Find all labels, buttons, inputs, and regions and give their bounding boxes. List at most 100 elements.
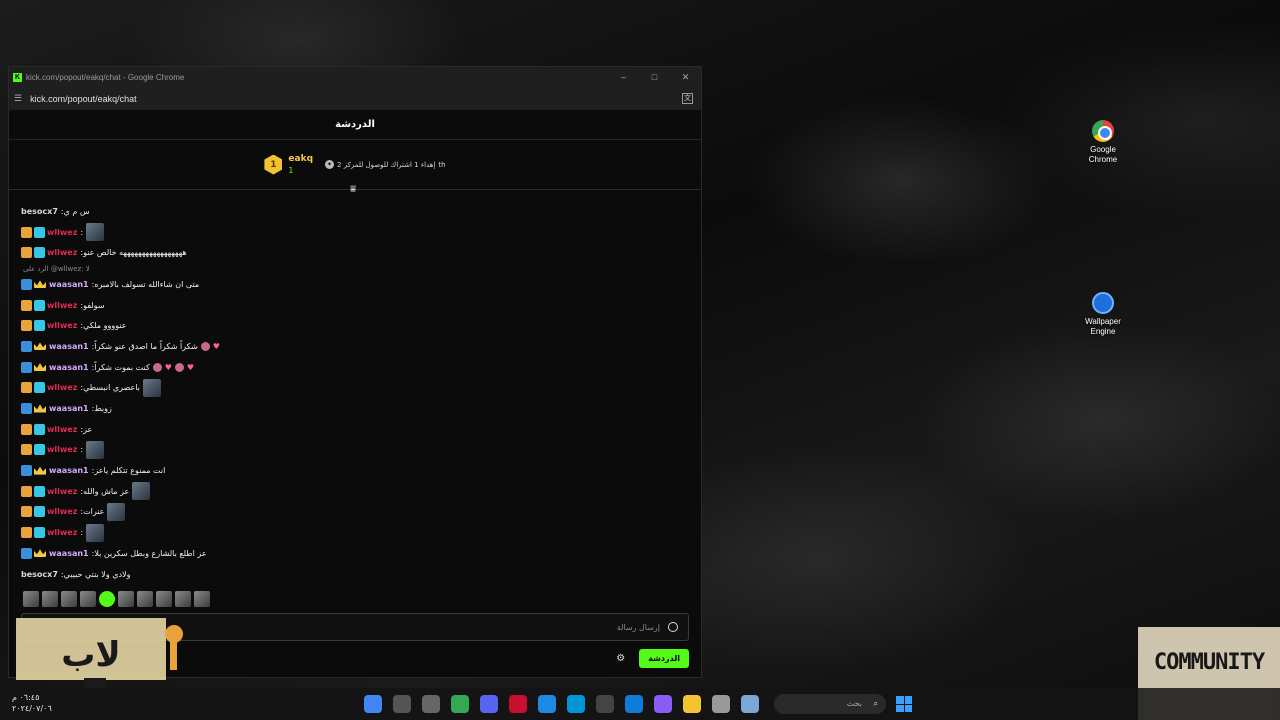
translate-icon[interactable]: 文 [682,93,693,104]
store-taskbar-icon[interactable] [596,695,614,713]
chat-username[interactable]: wllwez [47,445,77,454]
start-button[interactable] [896,696,912,712]
heart-icon: ♥ [164,362,172,372]
chat-message[interactable]: waasan1: انت ممنوع تتكلم ياعز [21,460,691,481]
collapse-icon[interactable]: ⩸ [350,184,356,195]
chat-username[interactable]: wllwez [47,425,77,434]
chat-separator: : [80,445,84,455]
chat-message[interactable]: wllwez: [21,440,691,461]
chat-message[interactable]: waasan1: شكراً شكراً ما اصدق عنو شكراً ♥ [21,336,691,357]
chat-username[interactable]: waasan1 [49,363,89,372]
chat-text: ولادي ولا بنتي حبيبي [63,569,131,579]
subscriber-badge-icon [34,226,45,238]
chat-message[interactable]: waasan1: كنت بموت شكراً ♥ ♥ [21,357,691,378]
chat-message[interactable]: waasan1: متى ان شاءالله تسولف بالامبره [21,274,691,295]
hp-taskbar-icon[interactable] [567,695,585,713]
maximize-button[interactable]: □ [639,72,670,83]
chat-username[interactable]: wllwez [47,248,77,257]
chat-text: سولفو [83,300,105,310]
emoji-picker-icon[interactable] [668,622,678,632]
chat-username[interactable]: wllwez [47,321,77,330]
chat-username[interactable]: wllwez [47,301,77,310]
search-icon: ⌕ [873,699,878,708]
chat-message[interactable]: wllwez: عنرات [21,502,691,523]
taskbar-search[interactable]: بحث ⌕ [774,694,886,714]
chat-username[interactable]: wllwez [47,528,77,537]
minimize-button[interactable]: – [608,72,639,83]
crown-badge-icon [21,506,32,518]
chat-text: س م ي [63,206,90,216]
desktop-icon-label: Chrome [1088,155,1118,164]
chat-title: الدردشة [9,110,701,140]
discord-taskbar-icon[interactable] [480,695,498,713]
chat-username[interactable]: waasan1 [49,280,89,289]
chat-message[interactable]: wllwez: [21,522,691,543]
subscriber-badge-icon [34,485,45,497]
help-taskbar-icon[interactable] [538,695,556,713]
emote-button[interactable] [61,591,77,607]
emote-button[interactable] [137,591,153,607]
chat-username[interactable]: wllwez [47,507,77,516]
app-taskbar-icon[interactable] [422,695,440,713]
desktop-icon-wallpaper-engine[interactable]: Wallpaper Engine [1063,292,1143,337]
crown-badge-icon [21,423,32,435]
chat-username[interactable]: waasan1 [49,404,89,413]
clock[interactable]: ٠٦:٤٥ م ٢٠٢٤/٠٧/٠٦ [12,692,52,714]
chat-username[interactable]: waasan1 [49,466,89,475]
emote-button[interactable] [194,591,210,607]
settings-taskbar-icon[interactable] [393,695,411,713]
message-input[interactable] [460,622,660,632]
moderator-badge-icon [21,340,32,352]
close-button[interactable]: ✕ [670,72,701,83]
taskbar: ٠٦:٤٥ م ٢٠٢٤/٠٧/٠٦ بحث ⌕ [0,688,1280,720]
chat-message[interactable]: wllwez: باعصري انبسطي [21,378,691,399]
chat-username[interactable]: wllwez [47,487,77,496]
subscriber-badge-icon [34,247,45,259]
chat-username[interactable]: wllwez [47,228,77,237]
url-text[interactable]: kick.com/popout/eakq/chat [30,94,137,104]
site-settings-icon[interactable]: ☰ [14,93,22,104]
emote-button[interactable] [156,591,172,607]
chat-message[interactable]: wllwez: سولفو [21,295,691,316]
chat-message[interactable]: waasan1: عز اطلع بالشارع وبطل سكرين بلا [21,543,691,564]
chat-message[interactable]: waasan1: زوبط [21,398,691,419]
emote-button[interactable] [80,591,96,607]
emote-button[interactable] [23,591,39,607]
edge-taskbar-icon[interactable] [625,695,643,713]
emote-button[interactable] [118,591,134,607]
chat-message[interactable]: wllwez: عنوووو ملكي [21,315,691,336]
mcafee-taskbar-icon[interactable] [509,695,527,713]
chat-message[interactable]: wllwez: عز [21,419,691,440]
file-explorer-taskbar-icon[interactable] [683,695,701,713]
chat-message[interactable]: besocx7: س م ي [21,201,691,222]
emote-button[interactable] [42,591,58,607]
emote-image [86,523,105,542]
chat-message[interactable]: besocx7: ولادي ولا بنتي حبيبي [21,564,691,585]
vip-crown-icon [34,404,46,413]
emote-button[interactable] [99,591,115,607]
chrome-taskbar-icon[interactable] [364,695,382,713]
address-bar[interactable]: ☰ kick.com/popout/eakq/chat 文 [9,87,701,110]
pinned-message[interactable]: 1 eakq 1 ✦ إهداء 1 اشتراك للوصول للمركز … [9,140,701,195]
chat-username[interactable]: besocx7 [21,207,58,216]
desktop-icon-chrome[interactable]: Google Chrome [1063,120,1143,165]
emote-bar [23,591,210,607]
chat-username[interactable]: waasan1 [49,549,89,558]
task-view-taskbar-icon[interactable] [712,695,730,713]
moderator-badge-icon [21,547,32,559]
vip-crown-icon [34,363,46,372]
send-chat-button[interactable]: الدردشة [639,649,689,668]
chat-message[interactable]: wllwez: هههههههههههههههههه خالص عنو [21,242,691,263]
copilot-taskbar-icon[interactable] [654,695,672,713]
settings-gear-icon[interactable]: ⚙ [616,653,625,664]
chat-username[interactable]: besocx7 [21,570,58,579]
emote-button[interactable] [175,591,191,607]
chat-username[interactable]: wllwez [47,383,77,392]
widgets-taskbar-icon[interactable] [741,695,759,713]
chat-username[interactable]: waasan1 [49,342,89,351]
chat-message[interactable]: wllwez: عز ماش والله [21,481,691,502]
vip-crown-icon [34,342,46,351]
chat-message[interactable]: wllwez: [21,222,691,243]
chrome-profile-taskbar-icon[interactable] [451,695,469,713]
pinned-username[interactable]: eakq [288,154,313,165]
